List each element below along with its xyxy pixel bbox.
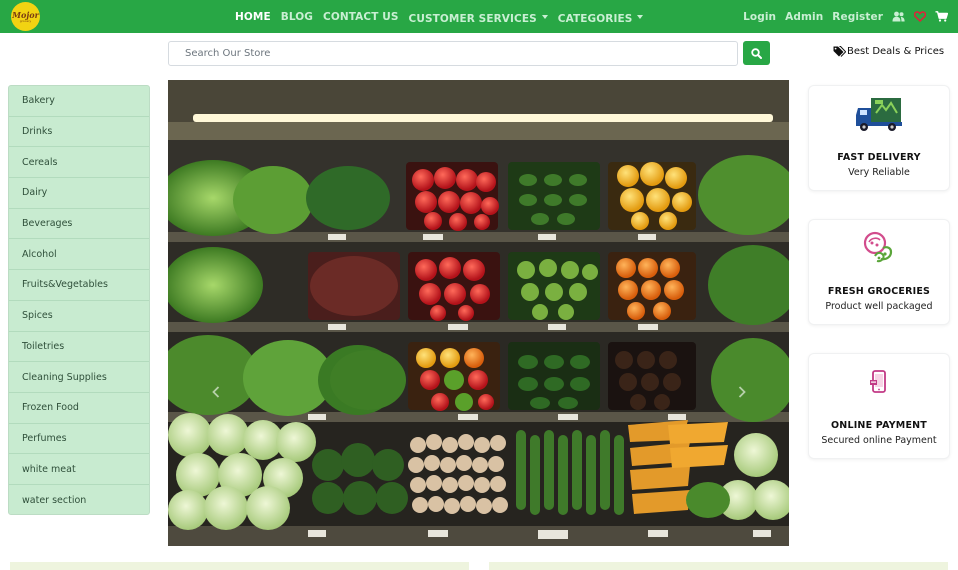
category-item[interactable]: Bakery [9, 86, 149, 117]
admin-link[interactable]: Admin [785, 11, 823, 23]
feature-card-groceries: FRESH GROCERIES Product well packaged [808, 219, 950, 325]
feature-subtitle: Secured online Payment [821, 435, 937, 446]
promo-banner-right[interactable] [489, 562, 948, 570]
chevron-down-icon [637, 14, 644, 19]
account-nav: Login Admin Register [743, 0, 948, 33]
nav-contact-us[interactable]: CONTACT US [323, 11, 399, 23]
carousel-prev-button[interactable] [206, 380, 226, 404]
category-item[interactable]: Cleaning Supplies [9, 362, 149, 393]
search-input[interactable] [168, 41, 738, 66]
category-item[interactable]: Cereals [9, 147, 149, 179]
nav-categories[interactable]: CATEGORIES [558, 7, 644, 26]
nav-categories-label: CATEGORIES [557, 13, 633, 25]
search-icon [751, 47, 762, 59]
category-item[interactable]: Beverages [9, 209, 149, 240]
category-item[interactable]: Fruits&Vegetables [9, 270, 149, 301]
feature-subtitle: Product well packaged [825, 301, 933, 312]
category-item[interactable]: Frozen Food [9, 393, 149, 424]
best-deals-text: Best Deals & Prices [847, 46, 945, 57]
delivery-truck-icon [856, 98, 902, 131]
fresh-groceries-icon [863, 231, 893, 263]
search-button[interactable] [743, 41, 770, 65]
feature-card-delivery: FAST DELIVERY Very Reliable [808, 85, 950, 191]
feature-card-payment: ONLINE PAYMENT Secured online Payment [808, 353, 950, 459]
category-item[interactable]: water section [9, 485, 149, 516]
category-item[interactable]: white meat [9, 454, 149, 485]
produce-shelf-image [168, 80, 789, 546]
category-item[interactable]: Toiletries [9, 332, 149, 363]
feature-subtitle: Very Reliable [848, 167, 910, 178]
nav-blog[interactable]: BLOG [281, 11, 313, 23]
brand-logo[interactable]: Mojor grocery [11, 2, 40, 31]
promo-banner-left[interactable] [10, 562, 469, 570]
top-navbar: Mojor grocery HOME BLOG CONTACT US CUSTO… [0, 0, 958, 33]
login-link[interactable]: Login [743, 11, 776, 23]
register-link[interactable]: Register [832, 11, 883, 23]
category-item[interactable]: Alcohol [9, 239, 149, 271]
feature-title: FRESH GROCERIES [827, 286, 931, 297]
chevron-left-icon [212, 386, 220, 398]
category-item[interactable]: Spices [9, 301, 149, 332]
main-nav: HOME BLOG CONTACT US CUSTOMER SERVICES C… [235, 0, 644, 33]
carousel-next-button[interactable] [732, 380, 752, 404]
best-deals-label: Best Deals & Prices [833, 46, 944, 57]
category-item[interactable]: Drinks [9, 117, 149, 148]
nav-home[interactable]: HOME [235, 11, 271, 23]
heart-icon[interactable] [914, 11, 926, 22]
category-item[interactable]: Perfumes [9, 424, 149, 455]
phone-payment-icon [870, 370, 886, 393]
feature-title: ONLINE PAYMENT [831, 420, 927, 431]
cart-icon[interactable] [935, 11, 948, 22]
logo-text: Mojor [12, 9, 39, 20]
feature-title: FAST DELIVERY [837, 152, 921, 163]
tags-icon [833, 46, 846, 57]
users-icon[interactable] [892, 11, 905, 22]
chevron-down-icon [541, 14, 548, 19]
chevron-right-icon [738, 386, 746, 398]
nav-customer-services-label: CUSTOMER SERVICES [408, 13, 537, 25]
category-sidebar: Bakery Drinks Cereals Dairy Beverages Al… [8, 85, 150, 515]
category-item[interactable]: Dairy [9, 178, 149, 209]
logo-subtext: grocery [19, 18, 32, 23]
nav-customer-services[interactable]: CUSTOMER SERVICES [409, 7, 548, 26]
hero-carousel[interactable] [168, 80, 789, 546]
